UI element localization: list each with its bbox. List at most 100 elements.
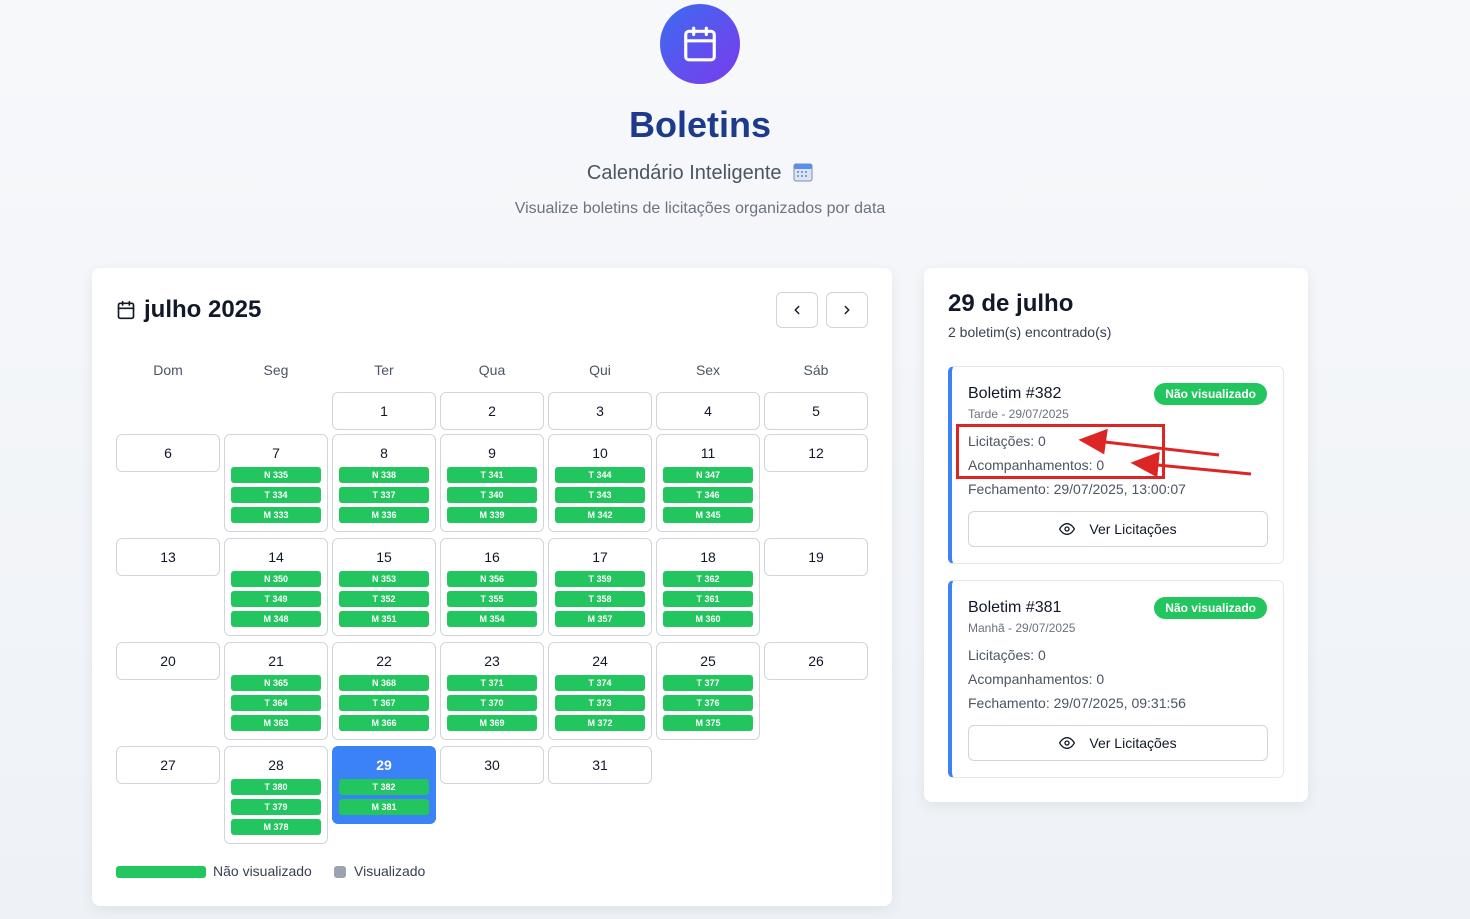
bulletin-badge[interactable]: T 371 (447, 675, 537, 691)
calendar-day[interactable]: 16 N 356 T 355 M 354 (440, 538, 544, 636)
bulletin-badge-list: N 353 T 352 M 351 (333, 571, 435, 627)
bulletin-badge[interactable]: T 377 (663, 675, 753, 691)
bulletin-badge-list: T 362 T 361 M 360 (657, 571, 759, 627)
calendar-day[interactable]: 12 (764, 434, 868, 472)
bulletin-badge[interactable]: T 358 (555, 591, 645, 607)
bulletin-badge[interactable]: T 380 (231, 779, 321, 795)
bulletin-badge[interactable]: M 339 (447, 507, 537, 523)
bulletin-badge[interactable]: T 337 (339, 487, 429, 503)
bulletin-badge[interactable]: N 335 (231, 467, 321, 483)
bulletin-meta: Manhã - 29/07/2025 (968, 621, 1076, 635)
calendar-day[interactable]: 3 (548, 392, 652, 430)
bulletin-badge[interactable]: N 368 (339, 675, 429, 691)
calendar-day[interactable]: 18 T 362 T 361 M 360 (656, 538, 760, 636)
calendar-day[interactable]: 21 N 365 T 364 M 363 (224, 642, 328, 740)
calendar-day[interactable]: 20 (116, 642, 220, 680)
bulletin-badge[interactable]: M 372 (555, 715, 645, 731)
day-number: 2 (488, 403, 496, 419)
bulletin-badge[interactable]: N 365 (231, 675, 321, 691)
bulletin-badge[interactable]: T 340 (447, 487, 537, 503)
bulletin-badge[interactable]: N 356 (447, 571, 537, 587)
bulletin-badge[interactable]: M 348 (231, 611, 321, 627)
day-number: 14 (268, 549, 284, 565)
calendar-day[interactable]: 27 (116, 746, 220, 784)
bulletin-badge[interactable]: T 376 (663, 695, 753, 711)
calendar-day[interactable]: 13 (116, 538, 220, 576)
calendar-day[interactable]: 19 (764, 538, 868, 576)
calendar-day[interactable]: 4 (656, 392, 760, 430)
bulletin-badge[interactable]: M 351 (339, 611, 429, 627)
bulletin-badge[interactable]: T 334 (231, 487, 321, 503)
bulletin-badge-list: N 365 T 364 M 363 (225, 675, 327, 731)
next-month-button[interactable] (826, 292, 868, 328)
bulletin-count: 2 boletim(s) encontrado(s) (948, 324, 1112, 340)
calendar-day[interactable]: 9 T 341 T 340 M 339 (440, 434, 544, 532)
bulletin-badge[interactable]: M 345 (663, 507, 753, 523)
bulletin-badge-list: T 377 T 376 M 375 (657, 675, 759, 731)
bulletin-badge[interactable]: M 378 (231, 819, 321, 835)
bulletin-badge[interactable]: M 333 (231, 507, 321, 523)
view-licitacoes-label: Ver Licitações (1089, 735, 1177, 751)
bulletin-badge[interactable]: T 361 (663, 591, 753, 607)
bulletin-badge[interactable]: T 379 (231, 799, 321, 815)
prev-month-button[interactable] (776, 292, 818, 328)
bulletin-badge[interactable]: N 350 (231, 571, 321, 587)
calendar-day[interactable]: 2 (440, 392, 544, 430)
bulletin-badge[interactable]: T 349 (231, 591, 321, 607)
calendar-day[interactable]: 10 T 344 T 343 M 342 (548, 434, 652, 532)
bulletin-badge[interactable]: M 360 (663, 611, 753, 627)
calendar-day[interactable]: 29 T 382 M 381 (332, 746, 436, 824)
bulletin-badge[interactable]: T 370 (447, 695, 537, 711)
calendar-day[interactable]: 1 (332, 392, 436, 430)
day-number: 29 (376, 757, 392, 773)
calendar-day[interactable]: 22 N 368 T 367 M 366 (332, 642, 436, 740)
calendar-day[interactable]: 15 N 353 T 352 M 351 (332, 538, 436, 636)
calendar-day[interactable]: 7 N 335 T 334 M 333 (224, 434, 328, 532)
weekday-label: Dom (153, 362, 183, 378)
bulletin-badge[interactable]: T 374 (555, 675, 645, 691)
calendar-day[interactable]: 11 N 347 T 346 M 345 (656, 434, 760, 532)
calendar-day[interactable]: 24 T 374 T 373 M 372 (548, 642, 652, 740)
bulletin-badge[interactable]: M 354 (447, 611, 537, 627)
bulletin-badge[interactable]: T 359 (555, 571, 645, 587)
bulletin-badge[interactable]: T 343 (555, 487, 645, 503)
bulletin-badge[interactable]: M 363 (231, 715, 321, 731)
legend-unviewed-swatch (116, 866, 206, 878)
bulletin-badge[interactable]: M 342 (555, 507, 645, 523)
bulletin-badge[interactable]: N 353 (339, 571, 429, 587)
calendar-day[interactable]: 23 T 371 T 370 M 369 (440, 642, 544, 740)
day-number: 10 (592, 445, 608, 461)
bulletin-badge[interactable]: T 355 (447, 591, 537, 607)
bulletin-badge[interactable]: N 347 (663, 467, 753, 483)
bulletin-badge[interactable]: T 373 (555, 695, 645, 711)
calendar-day[interactable]: 17 T 359 T 358 M 357 (548, 538, 652, 636)
calendar-day[interactable]: 6 (116, 434, 220, 472)
view-licitacoes-button[interactable]: Ver Licitações (968, 511, 1268, 547)
bulletin-badge[interactable]: M 357 (555, 611, 645, 627)
bulletin-badge[interactable]: T 367 (339, 695, 429, 711)
calendar-day[interactable]: 25 T 377 T 376 M 375 (656, 642, 760, 740)
view-licitacoes-button[interactable]: Ver Licitações (968, 725, 1268, 761)
bulletin-badge[interactable]: M 375 (663, 715, 753, 731)
bulletin-badge[interactable]: M 336 (339, 507, 429, 523)
calendar-day[interactable]: 5 (764, 392, 868, 430)
bulletin-badge[interactable]: M 369 (447, 715, 537, 731)
bulletin-badge[interactable]: T 344 (555, 467, 645, 483)
bulletin-badge[interactable]: T 341 (447, 467, 537, 483)
bulletin-badge[interactable]: T 382 (339, 779, 429, 795)
calendar-day[interactable]: 30 (440, 746, 544, 784)
bulletin-badge[interactable]: T 364 (231, 695, 321, 711)
bulletin-badge[interactable]: T 362 (663, 571, 753, 587)
calendar-day[interactable]: 8 N 338 T 337 M 336 (332, 434, 436, 532)
calendar-day[interactable]: 26 (764, 642, 868, 680)
calendar-icon (117, 300, 135, 320)
bulletin-badge[interactable]: N 338 (339, 467, 429, 483)
bulletin-badge[interactable]: M 381 (339, 799, 429, 815)
bulletin-badge[interactable]: T 352 (339, 591, 429, 607)
bulletin-badge[interactable]: M 366 (339, 715, 429, 731)
bulletin-badge[interactable]: T 346 (663, 487, 753, 503)
bulletin-badge-list: T 382 M 381 (333, 779, 435, 815)
calendar-day[interactable]: 28 T 380 T 379 M 378 (224, 746, 328, 844)
calendar-day[interactable]: 14 N 350 T 349 M 348 (224, 538, 328, 636)
calendar-day[interactable]: 31 (548, 746, 652, 784)
